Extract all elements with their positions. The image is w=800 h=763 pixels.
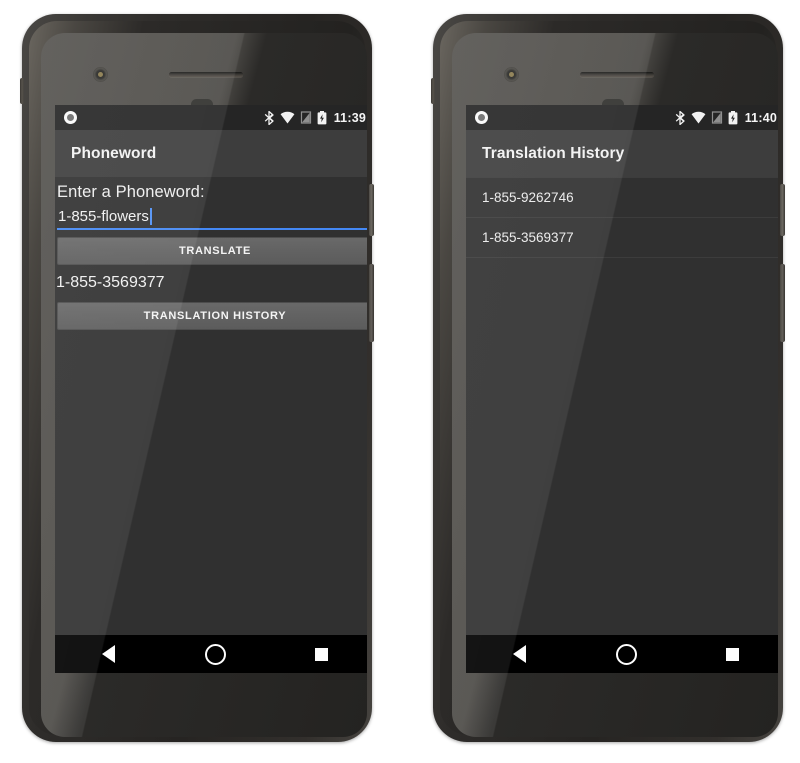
power-button[interactable] (780, 184, 785, 236)
device-bezel: 11:39 Phoneword Enter a Phoneword: 1-855… (29, 21, 367, 737)
volume-button[interactable] (369, 264, 374, 342)
screen-content-history: 1-855-9262746 1-855-3569377 (466, 177, 778, 635)
home-icon (615, 643, 637, 665)
record-dot-icon (475, 111, 488, 124)
device-glass: 11:39 Phoneword Enter a Phoneword: 1-855… (41, 33, 367, 737)
list-item[interactable]: 1-855-3569377 (466, 218, 778, 258)
translation-history-button[interactable]: TRANSLATION HISTORY (57, 302, 367, 330)
home-icon (204, 643, 226, 665)
status-bar-icons: 11:39 (264, 110, 366, 125)
device-bezel: 11:40 Translation History 1-855-9262746 … (440, 21, 778, 737)
left-side-button[interactable] (431, 78, 435, 104)
device-screen: 11:39 Phoneword Enter a Phoneword: 1-855… (55, 105, 367, 673)
app-bar-title: Translation History (482, 144, 625, 162)
volume-button[interactable] (780, 264, 785, 342)
back-icon (101, 645, 115, 663)
app-bar: Phoneword (55, 130, 367, 177)
status-bar-icons: 11:40 (675, 110, 777, 125)
status-bar-clock: 11:40 (744, 110, 777, 125)
nav-back-button[interactable] (466, 645, 573, 663)
nav-home-button[interactable] (162, 643, 269, 665)
list-item[interactable]: 1-855-9262746 (466, 177, 778, 218)
device-phoneword: 11:39 Phoneword Enter a Phoneword: 1-855… (20, 14, 374, 742)
navigation-bar (55, 635, 367, 673)
record-dot-icon (64, 111, 77, 124)
no-sim-icon (300, 111, 311, 124)
phoneword-input[interactable]: 1-855-flowers (57, 206, 367, 230)
nav-recents-button[interactable] (268, 647, 367, 661)
status-bar-clock: 11:39 (333, 110, 366, 125)
phoneword-label: Enter a Phoneword: (57, 183, 205, 201)
text-caret (149, 208, 152, 225)
device-glass: 11:40 Translation History 1-855-9262746 … (452, 33, 778, 737)
app-bar: Translation History (466, 130, 778, 177)
recents-icon (315, 647, 329, 661)
battery-icon (317, 110, 327, 124)
battery-icon (728, 110, 738, 124)
wifi-icon (280, 111, 295, 124)
no-sim-icon (711, 111, 722, 124)
recents-icon (726, 647, 740, 661)
status-bar: 11:39 (55, 105, 367, 130)
nav-home-button[interactable] (573, 643, 680, 665)
earpiece-speaker (580, 72, 654, 77)
status-bar: 11:40 (466, 105, 778, 130)
app-bar-title: Phoneword (71, 144, 157, 162)
bluetooth-icon (264, 110, 274, 125)
bluetooth-icon (675, 110, 685, 125)
navigation-bar (466, 635, 778, 673)
device-history: 11:40 Translation History 1-855-9262746 … (431, 14, 785, 742)
translate-button[interactable]: TRANSLATE (57, 237, 367, 265)
back-icon (512, 645, 526, 663)
translation-history-list: 1-855-9262746 1-855-3569377 (466, 177, 778, 258)
translation-result: 1-855-3569377 (56, 274, 165, 291)
device-screen: 11:40 Translation History 1-855-9262746 … (466, 105, 778, 673)
earpiece-speaker (169, 72, 243, 77)
phoneword-input-value: 1-855-flowers (58, 208, 149, 225)
front-camera-icon (504, 67, 519, 82)
left-side-button[interactable] (20, 78, 24, 104)
screen-content-phoneword: Enter a Phoneword: 1-855-flowers TRANSLA… (55, 177, 367, 635)
nav-back-button[interactable] (55, 645, 162, 663)
nav-recents-button[interactable] (679, 647, 778, 661)
front-camera-icon (93, 67, 108, 82)
power-button[interactable] (369, 184, 374, 236)
wifi-icon (691, 111, 706, 124)
